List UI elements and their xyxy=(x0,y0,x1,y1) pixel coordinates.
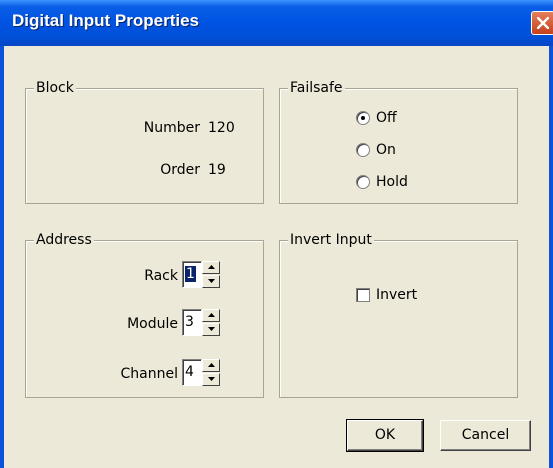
cancel-button-label: Cancel xyxy=(461,427,510,443)
channel-spin-up-button[interactable] xyxy=(202,359,220,372)
channel-label: Channel xyxy=(120,366,178,382)
failsafe-on-label: On xyxy=(376,142,396,158)
invert-input-group: Invert Input Invert xyxy=(279,231,518,398)
module-input[interactable]: 3 xyxy=(182,309,202,336)
radio-circle xyxy=(356,111,370,125)
arrow-up-icon xyxy=(208,363,215,367)
close-icon xyxy=(537,17,549,29)
rack-spin-up-button[interactable] xyxy=(202,261,220,274)
ok-button[interactable]: OK xyxy=(346,419,424,452)
digital-input-properties-dialog: Digital Input Properties Block Number 12… xyxy=(0,0,553,468)
order-label: Order xyxy=(160,162,200,178)
failsafe-hold-label: Hold xyxy=(376,174,408,190)
number-label: Number xyxy=(143,120,200,136)
address-group: Address Rack 1 Module 3 Channel 4 xyxy=(25,231,264,398)
failsafe-group: Failsafe Off On Hold xyxy=(279,79,518,204)
arrow-up-icon xyxy=(208,265,215,269)
window-frame-right xyxy=(549,46,553,468)
window-title: Digital Input Properties xyxy=(12,11,200,30)
window-frame-left xyxy=(0,46,4,468)
invert-input-legend: Invert Input xyxy=(288,231,374,249)
title-bar[interactable]: Digital Input Properties xyxy=(0,0,553,46)
module-value: 3 xyxy=(185,314,194,330)
module-label: Module xyxy=(127,316,178,332)
radio-dot xyxy=(361,116,365,120)
block-legend: Block xyxy=(34,79,76,97)
failsafe-off-label: Off xyxy=(376,110,397,126)
ok-button-label: OK xyxy=(374,427,396,443)
rack-input[interactable]: 1 xyxy=(182,261,202,288)
failsafe-legend: Failsafe xyxy=(288,79,345,97)
order-value: 19 xyxy=(208,162,226,178)
module-spin-up-button[interactable] xyxy=(202,309,220,322)
close-button[interactable] xyxy=(531,11,553,35)
radio-circle xyxy=(356,175,370,189)
channel-spin-down-button[interactable] xyxy=(202,373,220,386)
channel-value: 4 xyxy=(185,364,194,380)
arrow-down-icon xyxy=(208,327,215,331)
rack-label: Rack xyxy=(144,268,178,284)
radio-circle xyxy=(356,143,370,157)
channel-input[interactable]: 4 xyxy=(182,359,202,386)
arrow-down-icon xyxy=(208,377,215,381)
arrow-down-icon xyxy=(208,279,215,283)
checkbox-box[interactable] xyxy=(356,288,370,302)
invert-checkbox-label: Invert xyxy=(376,287,418,303)
number-value: 120 xyxy=(208,120,235,136)
module-spin-down-button[interactable] xyxy=(202,323,220,336)
address-legend: Address xyxy=(34,231,94,249)
rack-value: 1 xyxy=(185,266,196,282)
cancel-button[interactable]: Cancel xyxy=(440,420,531,451)
arrow-up-icon xyxy=(208,313,215,317)
rack-spin-down-button[interactable] xyxy=(202,275,220,288)
block-group: Block Number 120 Order 19 xyxy=(25,79,264,204)
